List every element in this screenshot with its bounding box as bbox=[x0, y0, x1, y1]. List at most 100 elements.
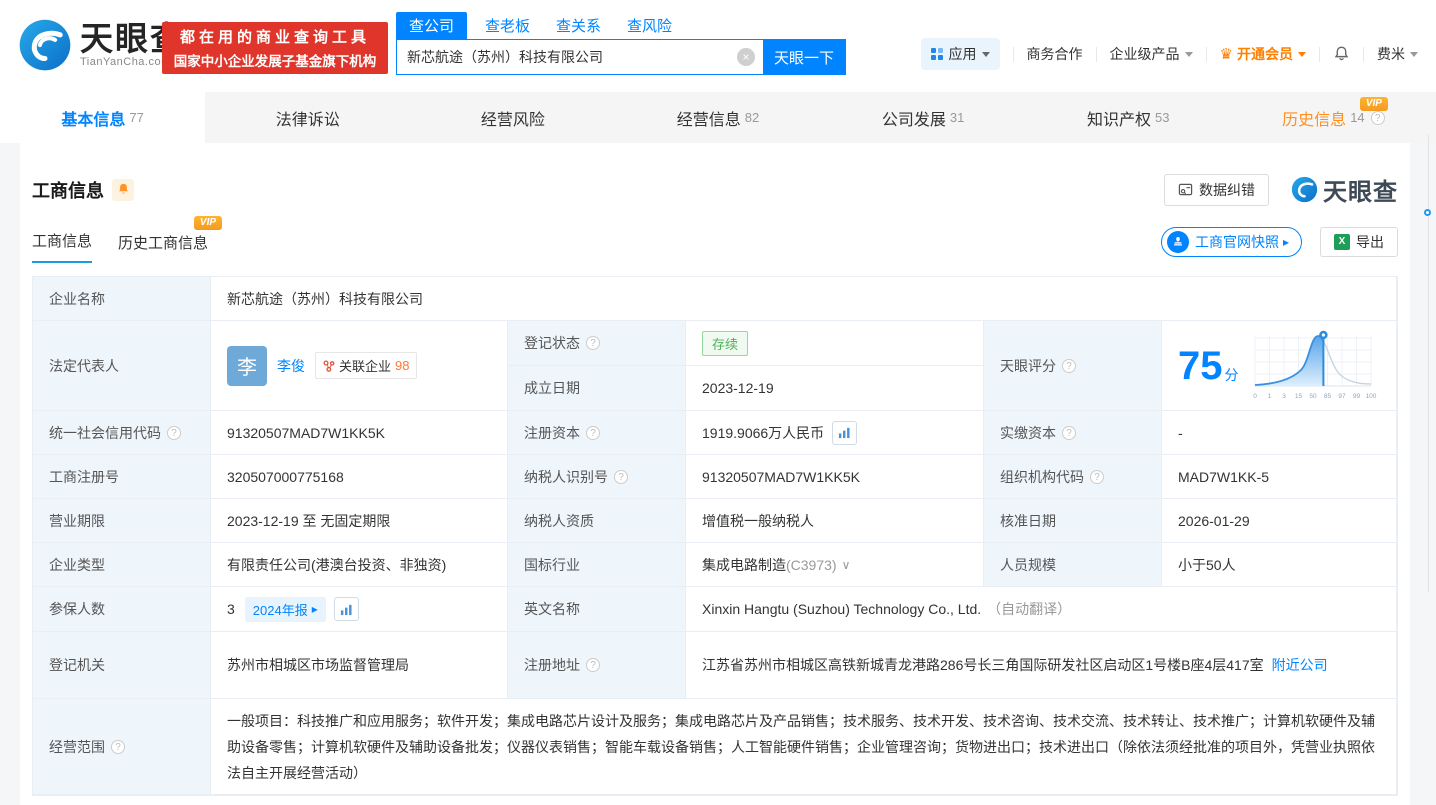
legal-rep-name-link[interactable]: 李俊 bbox=[277, 356, 305, 376]
business-scope-text: 一般项目：科技推广和应用服务；软件开发；集成电路芯片设计及服务；集成电路芯片及产… bbox=[227, 712, 1375, 781]
nav-notifications[interactable] bbox=[1333, 46, 1350, 63]
tab-basic-info[interactable]: 基本信息 77 bbox=[0, 92, 206, 143]
chevron-down-icon bbox=[981, 51, 990, 57]
related-companies-badge[interactable]: 关联企业 98 bbox=[315, 352, 418, 379]
label-text: 纳税人资质 bbox=[524, 512, 594, 529]
tab-intellectual-property[interactable]: 知识产权 53 bbox=[1026, 92, 1231, 143]
field-label-credit-code: 统一社会信用代码 ? bbox=[33, 411, 211, 455]
subtab-row: 工商信息 历史工商信息 VIP 工商官网快照 ▸ X 导出 bbox=[32, 216, 1398, 263]
field-label-score: 天眼评分 ? bbox=[984, 321, 1162, 411]
field-label-reg-number: 工商注册号 bbox=[33, 455, 211, 499]
field-label-address: 注册地址 ? bbox=[508, 632, 686, 699]
help-icon[interactable]: ? bbox=[614, 469, 628, 484]
label-text: 成立日期 bbox=[524, 380, 580, 396]
arrow-right-icon: ▸ bbox=[311, 602, 318, 616]
field-value-english-name: Xinxin Hangtu (Suzhou) Technology Co., L… bbox=[686, 587, 1397, 632]
annual-report-badge[interactable]: 2024年报 ▸ bbox=[244, 596, 326, 622]
field-label-org-code: 组织机构代码 ? bbox=[984, 455, 1162, 499]
svg-text:3: 3 bbox=[1282, 393, 1286, 400]
search-input[interactable] bbox=[397, 40, 737, 74]
score-unit: 分 bbox=[1224, 366, 1239, 383]
official-snapshot-button[interactable]: 工商官网快照 ▸ bbox=[1160, 227, 1302, 257]
search-tab-relation[interactable]: 查关系 bbox=[556, 12, 601, 39]
help-icon[interactable]: ? bbox=[1062, 425, 1076, 440]
nav-divider bbox=[1205, 46, 1207, 62]
help-icon[interactable]: ? bbox=[586, 658, 600, 672]
nearby-companies-link[interactable]: 附近公司 bbox=[1272, 653, 1328, 677]
subtab-business-info[interactable]: 工商信息 bbox=[32, 230, 93, 263]
top-header: 天眼查 TianYanCha.com 都在用的商业查询工具 国家中小企业发展子基… bbox=[0, 0, 1436, 92]
chevron-down-icon bbox=[1298, 51, 1306, 57]
help-icon[interactable]: ? bbox=[1062, 358, 1076, 373]
chevron-down-icon[interactable]: ∨ bbox=[842, 558, 851, 572]
search-tab-company[interactable]: 查公司 bbox=[396, 12, 468, 39]
nav-enterprise[interactable]: 企业级产品 bbox=[1110, 44, 1193, 64]
tab-history-info[interactable]: VIP 历史信息 14 ? bbox=[1231, 92, 1436, 143]
data-correction-button[interactable]: 数据纠错 bbox=[1164, 173, 1269, 206]
help-icon[interactable]: ? bbox=[1090, 469, 1104, 484]
legal-rep-avatar[interactable]: 李 bbox=[227, 345, 267, 386]
field-label-english-name: 英文名称 bbox=[508, 587, 686, 632]
paid-capital-text: - bbox=[1178, 424, 1183, 441]
field-value-industry: 集成电路制造 (C3973) ∨ bbox=[686, 543, 984, 587]
clear-search-icon[interactable]: × bbox=[737, 48, 755, 66]
tianyancha-logo[interactable]: 天眼查 TianYanCha.com bbox=[18, 18, 185, 72]
scroll-rail[interactable] bbox=[1424, 135, 1431, 592]
tab-label: 基本信息 bbox=[61, 111, 126, 129]
field-label-establish-date: 成立日期 bbox=[508, 366, 686, 411]
help-icon[interactable]: ? bbox=[586, 425, 600, 440]
field-label-taxpayer-quality: 纳税人资质 bbox=[508, 499, 686, 543]
network-icon bbox=[323, 359, 335, 372]
svg-text:85: 85 bbox=[1323, 393, 1331, 400]
svg-text:50: 50 bbox=[1309, 393, 1317, 400]
nav-user-menu[interactable]: 费米 bbox=[1377, 44, 1418, 64]
search-button[interactable]: 天眼一下 bbox=[763, 40, 845, 74]
help-icon[interactable]: ? bbox=[1370, 110, 1385, 125]
export-button[interactable]: X 导出 bbox=[1320, 227, 1398, 257]
nav-cooperation[interactable]: 商务合作 bbox=[1027, 44, 1083, 64]
field-value-establish-date: 2023-12-19 bbox=[686, 366, 984, 411]
watermark-logo: 天眼查 bbox=[1291, 172, 1398, 207]
label-text: 国标行业 bbox=[524, 556, 580, 573]
help-icon[interactable]: ? bbox=[111, 739, 125, 754]
top-nav: 应用 商务合作 企业级产品 ♛ 开通会员 费米 bbox=[920, 38, 1418, 70]
tab-operating-info[interactable]: 经营信息 82 bbox=[615, 92, 820, 143]
export-label: 导出 bbox=[1356, 234, 1384, 250]
help-icon[interactable]: ? bbox=[167, 425, 181, 440]
field-value-taxpayer-id: 91320507MAD7W1KK5K bbox=[686, 455, 984, 499]
bar-chart-icon bbox=[340, 604, 352, 615]
search-tab-risk[interactable]: 查风险 bbox=[627, 12, 672, 39]
tab-company-development[interactable]: 公司发展 31 bbox=[821, 92, 1026, 143]
promo-line1: 都在用的商业查询工具 bbox=[179, 29, 370, 46]
nav-apps[interactable]: 应用 bbox=[920, 38, 1000, 70]
staff-size-text: 小于50人 bbox=[1178, 556, 1236, 573]
nav-divider bbox=[1363, 46, 1364, 62]
insured-chart-button[interactable] bbox=[333, 597, 359, 621]
subtab-history-business-info[interactable]: 历史工商信息 VIP bbox=[118, 216, 223, 263]
business-info-table: 企业名称 新芯航途（苏州）科技有限公司 法定代表人 李 李俊 关联企业 98 登… bbox=[32, 276, 1398, 796]
score-distribution-chart: 0 1 3 15 50 85 97 99 100 bbox=[1253, 330, 1376, 400]
field-value-taxpayer-quality: 增值税一般纳税人 bbox=[686, 499, 984, 543]
page: 天眼查 TianYanCha.com 都在用的商业查询工具 国家中小企业发展子基… bbox=[0, 0, 1436, 805]
field-value-approval-date: 2026-01-29 bbox=[1162, 499, 1397, 543]
search-tab-boss[interactable]: 查老板 bbox=[485, 12, 530, 39]
tab-count: 31 bbox=[949, 110, 965, 125]
nav-open-vip[interactable]: ♛ 开通会员 bbox=[1220, 44, 1306, 64]
reg-number-text: 320507000775168 bbox=[227, 468, 344, 485]
help-icon[interactable]: ? bbox=[586, 336, 600, 350]
insured-count-text: 3 bbox=[227, 601, 235, 617]
tab-label: 经营风险 bbox=[480, 111, 545, 129]
watermark-logo-icon bbox=[1291, 176, 1318, 203]
subscribe-bell-button[interactable] bbox=[112, 178, 134, 201]
nav-divider bbox=[1012, 46, 1014, 62]
capital-chart-button[interactable] bbox=[832, 420, 858, 445]
taxpayer-quality-text: 增值税一般纳税人 bbox=[702, 512, 814, 529]
tab-operating-risk[interactable]: 经营风险 bbox=[410, 92, 615, 143]
field-label-company-name: 企业名称 bbox=[33, 277, 211, 321]
label-text: 注册资本 bbox=[524, 424, 580, 441]
scroll-position-dot[interactable] bbox=[1424, 209, 1431, 216]
label-text: 参保人数 bbox=[49, 601, 105, 617]
related-companies-count: 98 bbox=[395, 358, 410, 373]
tab-legal-litigation[interactable]: 法律诉讼 bbox=[205, 92, 410, 143]
credit-code-text: 91320507MAD7W1KK5K bbox=[227, 424, 385, 441]
